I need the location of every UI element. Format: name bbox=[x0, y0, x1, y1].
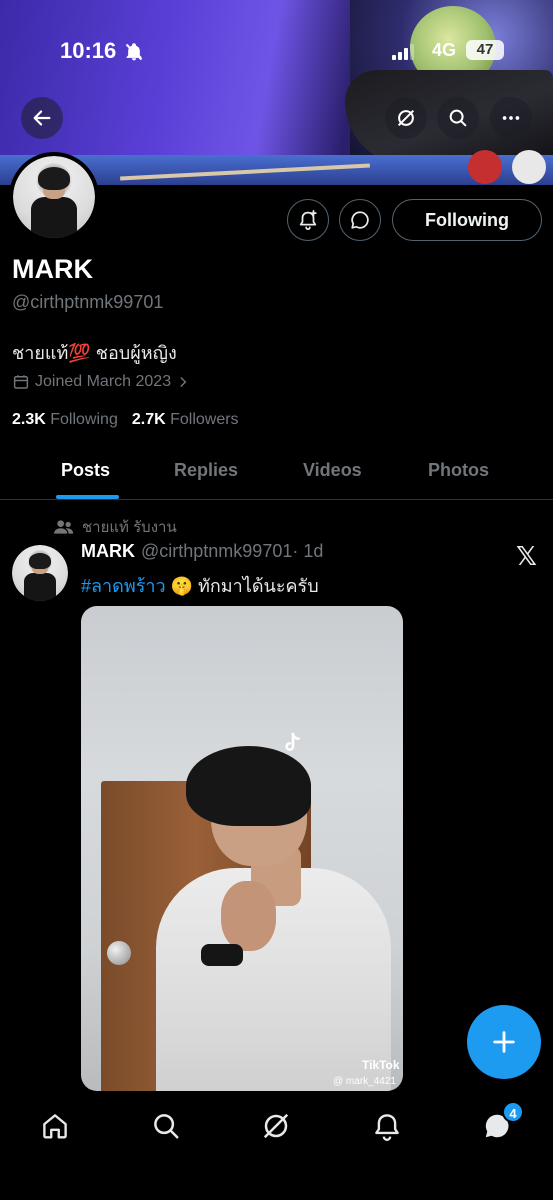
post-author-avatar[interactable] bbox=[12, 545, 68, 601]
post-time: · 1d bbox=[292, 541, 324, 561]
status-bar: 10:16 4G 47 bbox=[0, 34, 553, 68]
followers-label: Followers bbox=[170, 411, 239, 428]
post-emoji: 🤫 bbox=[170, 576, 194, 596]
banner-ball bbox=[468, 150, 502, 184]
nav-grok[interactable] bbox=[256, 1106, 296, 1146]
joined-date[interactable]: Joined March 2023 bbox=[12, 373, 190, 391]
bell-icon bbox=[375, 1114, 399, 1141]
more-icon bbox=[502, 116, 520, 120]
bottom-navigation bbox=[0, 1092, 553, 1200]
joined-text: Joined March 2023 bbox=[35, 373, 172, 390]
tiktok-watermark: TikTok bbox=[362, 1058, 400, 1072]
plus-icon bbox=[493, 1031, 515, 1053]
chevron-right-icon bbox=[180, 377, 187, 387]
grok-icon bbox=[263, 1113, 289, 1139]
status-time: 10:16 bbox=[60, 38, 117, 63]
post-author-name[interactable]: MARK bbox=[81, 541, 135, 561]
tab-videos[interactable]: Videos bbox=[303, 460, 362, 481]
nav-home[interactable] bbox=[35, 1106, 75, 1146]
grok-icon bbox=[397, 109, 415, 127]
follow-counts: 2.3K Following 2.7K Followers bbox=[12, 411, 239, 429]
post-body: ทักมาได้นะครับ bbox=[198, 576, 319, 596]
profile-banner[interactable] bbox=[0, 0, 553, 185]
messages-badge: 4 bbox=[502, 1101, 524, 1123]
bell-plus-icon bbox=[299, 209, 317, 231]
nav-notifications[interactable] bbox=[367, 1106, 407, 1146]
following-count-link[interactable]: 2.3K Following bbox=[12, 411, 118, 429]
post-text: #ลาดพร้าว 🤫 ทักมาได้นะครับ bbox=[81, 571, 319, 600]
silent-mode-icon bbox=[124, 42, 144, 67]
back-button[interactable] bbox=[21, 97, 63, 139]
banner-ball bbox=[512, 150, 546, 184]
profile-handle: @cirthptnmk99701 bbox=[12, 292, 164, 312]
post-hashtag[interactable]: #ลาดพร้าว bbox=[81, 576, 166, 596]
profile-avatar[interactable] bbox=[9, 152, 99, 242]
post-media[interactable]: TikTok @ mark_4421 bbox=[81, 606, 403, 1091]
x-logo-icon: 𝕏 bbox=[516, 541, 537, 571]
followers-count: 2.7K bbox=[131, 411, 166, 428]
profile-name: MARK bbox=[12, 254, 93, 284]
message-bubble-icon bbox=[351, 211, 369, 229]
post-author-handle[interactable]: @cirthptnmk99701 bbox=[141, 541, 292, 561]
following-button[interactable]: Following bbox=[392, 199, 542, 241]
tiktok-logo-icon bbox=[282, 732, 302, 759]
more-button[interactable] bbox=[490, 97, 532, 139]
search-icon bbox=[154, 1114, 179, 1139]
calendar-icon bbox=[13, 375, 29, 389]
network-type: 4G bbox=[432, 40, 457, 60]
grok-button[interactable] bbox=[385, 97, 427, 139]
tab-replies[interactable]: Replies bbox=[174, 460, 238, 481]
nav-search[interactable] bbox=[146, 1106, 186, 1146]
message-button[interactable] bbox=[339, 199, 381, 241]
arrow-left-icon bbox=[33, 110, 51, 126]
search-button[interactable] bbox=[437, 97, 479, 139]
followers-count-link[interactable]: 2.7K Followers bbox=[132, 411, 239, 429]
profile-tabs: Posts Replies Videos Photos bbox=[0, 444, 553, 500]
following-count: 2.3K bbox=[12, 411, 46, 428]
community-icon bbox=[54, 520, 74, 534]
cellular-signal-icon bbox=[392, 44, 416, 65]
active-tab-indicator bbox=[56, 495, 119, 499]
post-header: MARK @cirthptnmk99701· 1d bbox=[81, 541, 323, 562]
social-context-text: ชายแท้ รับงาน bbox=[82, 519, 177, 536]
home-icon bbox=[43, 1114, 67, 1139]
tiktok-username: @ mark_4421 bbox=[333, 1076, 396, 1087]
tab-posts[interactable]: Posts bbox=[61, 460, 110, 481]
profile-bio: ชายแท้💯 ชอบผู้หญิง bbox=[12, 343, 177, 363]
notify-button[interactable] bbox=[287, 199, 329, 241]
following-label: Following bbox=[50, 411, 118, 428]
battery-indicator: 47 bbox=[466, 40, 504, 60]
search-icon bbox=[449, 109, 467, 127]
compose-button[interactable] bbox=[467, 1005, 541, 1079]
tab-photos[interactable]: Photos bbox=[428, 460, 489, 481]
social-context[interactable]: ชายแท้ รับงาน bbox=[54, 515, 177, 539]
